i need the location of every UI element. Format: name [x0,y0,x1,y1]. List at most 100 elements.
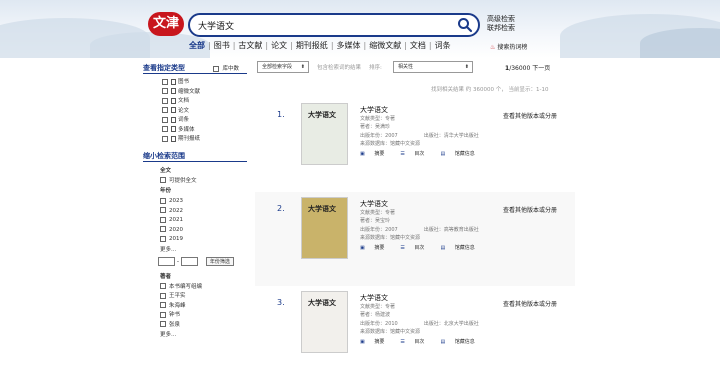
result-link[interactable]: ▤ 馆藏信息 [440,151,482,157]
checkbox[interactable] [160,311,166,318]
type-filter-item[interactable]: 文档 [143,97,247,107]
logo[interactable]: 文津 [148,12,184,36]
result-links: ▣ 摘要 ☰ 目次 ▤ 馆藏信息 [360,150,491,158]
author-filter-label: 钟书 [169,312,181,318]
other-versions-link[interactable]: 查看其他版本或分册 [503,299,557,308]
type-filter-item[interactable]: 缩微文献 [143,88,247,98]
other-versions-link[interactable]: 查看其他版本或分册 [503,111,557,120]
pub-year: 出版年份：2007 出版社：清华大学出版社 [360,132,491,140]
year-filter-item[interactable]: 2023 [143,197,247,207]
checkbox[interactable] [162,116,168,123]
type-filter-item[interactable]: 词条 [143,116,247,126]
result-link[interactable]: ▣ 摘要 [360,151,392,157]
type-filter-item[interactable]: 期刊报纸 [143,135,247,145]
in-library-toggle[interactable]: 库中数 [213,64,239,72]
search-input[interactable] [198,18,448,32]
holdings-icon: ▤ [440,244,447,251]
checkbox[interactable] [160,235,166,242]
next-page-link[interactable]: 下一页 [532,65,550,72]
hot-words-label: 搜索热词榜 [497,44,528,51]
nav-tab[interactable]: 论文 [271,41,287,50]
checkbox[interactable] [160,283,166,289]
year-filter-item[interactable]: 2022 [143,207,247,217]
checkbox[interactable] [160,321,166,327]
nav-separator: | [265,41,269,50]
checkbox[interactable] [160,177,166,183]
field-select[interactable]: 全部检索字段 ⬍ [257,61,309,73]
author-filter-item[interactable]: 张泉 [143,321,247,331]
nav-tab[interactable]: 期刊报纸 [296,41,328,50]
author-filter-label: 本书编写组编 [169,283,203,290]
sort-select[interactable]: 相关性 ⬍ [393,61,473,73]
year-filter-button[interactable]: 年份筛选 [205,256,234,266]
year-filter-item[interactable]: 2021 [143,216,247,226]
fulltext-option[interactable]: 可提供全文 [143,177,247,187]
checkbox[interactable] [160,216,166,223]
result-title[interactable]: 大学语文 [360,106,491,115]
result-link[interactable]: ▣ 摘要 [360,339,392,345]
checkbox[interactable] [160,226,166,232]
search-mode-links: 高级检索 联邦检索 [487,15,515,33]
sort-select-value: 相关性 [398,64,414,70]
result-info: 大学语文 文献类型：专著 著者：吴宝玲 出版年份：2007 出版社：高等教育出版社 来源数… [360,200,491,252]
author-filter-item[interactable]: 钟书 [143,311,247,321]
result-link[interactable]: ▤ 馆藏信息 [440,339,482,345]
result-link[interactable]: ▤ 馆藏信息 [440,245,482,251]
type-filter-item[interactable]: 图书 [143,78,247,88]
publisher-value: 高等教育出版社 [443,226,479,233]
year-to-input[interactable] [180,256,198,266]
author-value: 吴满珍 [375,124,391,131]
result-link[interactable]: ☰ 目次 [400,339,432,345]
result-link[interactable]: ☰ 目次 [400,245,432,251]
checkbox[interactable] [162,78,168,85]
source-db: 来源数据库：馆藏中文资源 [360,328,491,336]
year-more-link[interactable]: 更多... [143,245,247,255]
nav-separator: | [330,41,334,50]
result-title[interactable]: 大学语文 [360,294,491,303]
type-filter-item[interactable]: 多媒体 [143,126,247,136]
checkbox[interactable] [162,126,168,132]
toc-icon: ☰ [400,338,407,345]
checkbox[interactable] [160,207,166,213]
author-filter-item[interactable]: 本书编写组编 [143,283,247,293]
checkbox[interactable] [162,107,168,113]
hot-words-link[interactable]: ♨ 搜索热词榜 [490,42,527,51]
nav-separator: | [290,41,293,50]
nav-tab[interactable]: 全部 [189,41,205,50]
nav-tab[interactable]: 图书 [214,41,230,50]
year-from-input[interactable] [158,256,175,266]
book-cover[interactable]: 大学语文 [301,197,348,259]
federated-search-link[interactable]: 联邦检索 [487,24,515,33]
nav-tab[interactable]: 缩微文献 [369,41,401,50]
book-cover[interactable]: 大学语文 [301,291,348,353]
author-filter-item[interactable]: 朱海峰 [143,302,247,312]
checkbox[interactable] [162,88,168,94]
result-link[interactable]: ▣ 摘要 [360,245,392,251]
nav-tab[interactable]: 多媒体 [337,41,361,50]
other-versions-link[interactable]: 查看其他版本或分册 [503,205,557,214]
nav-tab[interactable]: 词条 [435,41,451,50]
doc-type-label: 文献类型： [360,304,386,310]
abstract-icon: ▣ [360,244,367,251]
result-link[interactable]: ☰ 目次 [400,151,432,157]
nav-tab[interactable]: 古文献 [238,41,262,50]
year-filter-label: 2022 [169,207,183,214]
checkbox[interactable] [213,65,220,72]
nav-tab[interactable]: 文档 [410,41,426,50]
author-more-link[interactable]: 更多... [143,330,247,340]
checkbox[interactable] [160,292,166,299]
year-filter-item[interactable]: 2019 [143,235,247,245]
year-filter-item[interactable]: 2020 [143,226,247,236]
author-filter-item[interactable]: 王平实 [143,292,247,302]
type-filter-item[interactable]: 论文 [143,107,247,117]
type-filter-label: 多媒体 [178,126,195,133]
search-icon[interactable] [457,17,473,33]
checkbox[interactable] [160,302,166,308]
book-cover[interactable]: 大学语文 [301,103,348,165]
result-title[interactable]: 大学语文 [360,200,491,209]
advanced-search-link[interactable]: 高级检索 [487,15,515,24]
checkbox[interactable] [160,197,166,204]
checkbox[interactable] [162,135,168,142]
checkbox[interactable] [162,97,168,104]
chevron-down-icon: ⬍ [464,64,469,70]
